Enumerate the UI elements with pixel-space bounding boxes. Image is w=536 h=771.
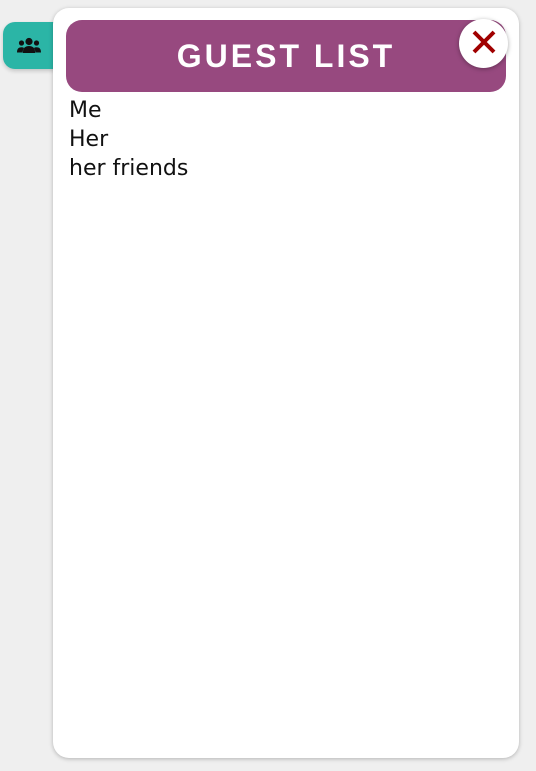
panel-title: GUEST LIST: [176, 37, 396, 74]
guest-list-toggle-button[interactable]: [3, 22, 57, 69]
guest-list: Me Her her friends: [69, 96, 188, 183]
guest-list-panel: GUEST LIST Me Her her friends: [53, 8, 519, 758]
panel-header: GUEST LIST: [66, 20, 506, 92]
close-button[interactable]: [459, 19, 508, 68]
users-icon: [17, 37, 41, 54]
list-item: her friends: [69, 156, 189, 181]
close-icon: [471, 29, 497, 59]
list-item: Her: [69, 127, 109, 152]
list-item: Me: [69, 98, 102, 123]
